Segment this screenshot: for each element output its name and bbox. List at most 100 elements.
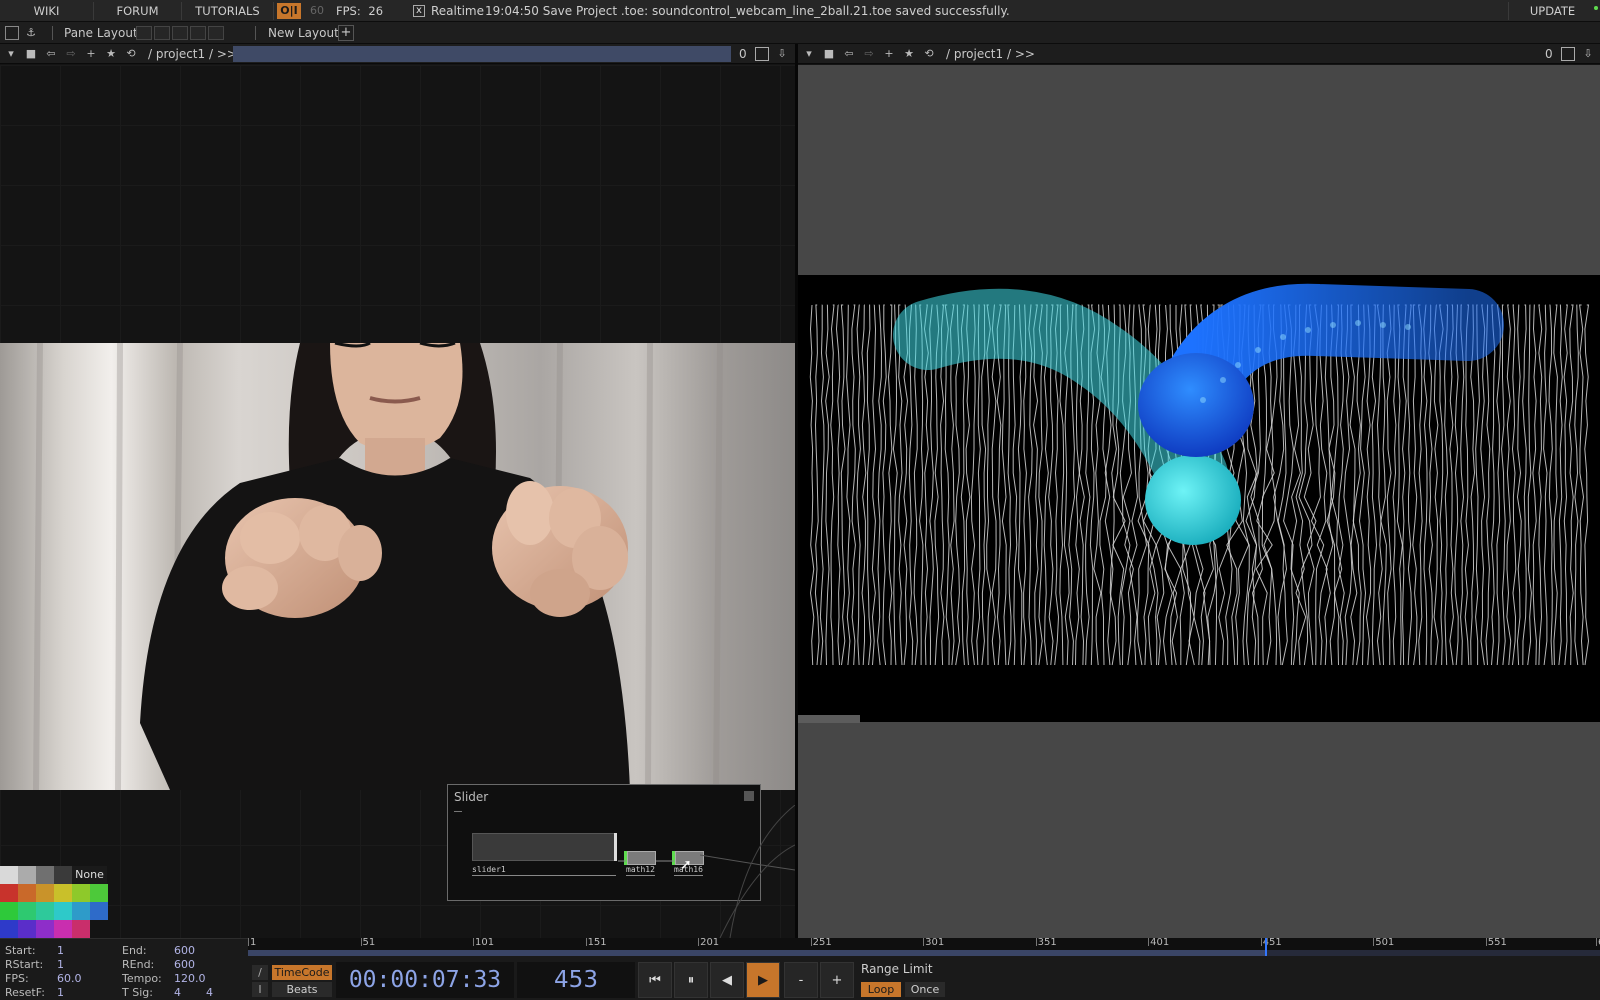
viewer-scrollbar[interactable] <box>798 715 860 723</box>
forum-button[interactable]: FORUM <box>94 2 182 20</box>
fps-value[interactable]: 60.0 <box>57 972 82 985</box>
palette-swatch[interactable] <box>72 884 90 902</box>
palette-swatch[interactable] <box>36 920 54 938</box>
palette-swatch[interactable] <box>54 920 72 938</box>
layout-preset-three[interactable] <box>190 26 206 40</box>
render-line <box>840 304 846 666</box>
layout-preset-single[interactable] <box>136 26 152 40</box>
palette-swatch[interactable] <box>54 866 72 884</box>
palette-swatch[interactable] <box>54 884 72 902</box>
pane-menu-icon[interactable]: ▾ <box>802 47 816 61</box>
pause-button[interactable]: ⏸ <box>674 962 708 998</box>
timeline-ruler[interactable]: 151101151201251301351401451501551600 <box>248 938 1600 956</box>
tutorials-button[interactable]: TUTORIALS <box>182 2 274 20</box>
slider1-widget[interactable] <box>472 833 616 861</box>
pane-menu-icon[interactable]: ▾ <box>4 47 18 61</box>
render-output[interactable] <box>798 275 1600 722</box>
render-line <box>1392 304 1397 666</box>
play-forward-button[interactable]: ▶ <box>746 962 780 998</box>
network-path[interactable]: / project1 / >> <box>946 46 1035 62</box>
timecode-mode-icon[interactable]: / <box>252 965 268 980</box>
back-icon[interactable]: ⇦ <box>842 47 856 61</box>
end-value[interactable]: 600 <box>174 944 195 957</box>
go-to-start-button[interactable]: ⏮ <box>638 962 672 998</box>
timeline-playhead[interactable] <box>1265 938 1268 956</box>
right-pane-bar: ▾ ■ ⇦ ⇨ + ★ ⟲ / project1 / >> 0 ⇩ <box>798 44 1600 64</box>
start-value[interactable]: 1 <box>57 944 64 957</box>
palette-swatch[interactable] <box>0 884 18 902</box>
render-line <box>887 304 893 666</box>
new-layout-button[interactable]: New Layout <box>268 25 339 41</box>
render-line <box>1548 304 1553 666</box>
palette-swatch[interactable] <box>0 902 18 920</box>
palette-swatch[interactable] <box>18 902 36 920</box>
layout-preset-vsplit[interactable] <box>154 26 170 40</box>
palette-swatch[interactable] <box>72 920 90 938</box>
loop-toggle[interactable]: Loop <box>861 982 901 997</box>
path-input-field[interactable] <box>233 46 731 62</box>
slider-handle[interactable] <box>614 833 617 861</box>
back-icon[interactable]: ⇦ <box>44 47 58 61</box>
play-reverse-button[interactable]: ◀ <box>710 962 744 998</box>
palette-swatch[interactable] <box>18 920 36 938</box>
anchor-icon[interactable]: ⚓ <box>24 26 38 40</box>
tsig-denominator[interactable]: 4 <box>206 986 213 999</box>
step-back-button[interactable]: - <box>784 962 818 998</box>
refresh-icon[interactable]: ⟲ <box>124 47 138 61</box>
rend-value[interactable]: 600 <box>174 958 195 971</box>
palette-swatch[interactable] <box>0 920 18 938</box>
palette-swatch[interactable] <box>36 866 54 884</box>
add-icon[interactable]: + <box>84 47 98 61</box>
tsig-numerator[interactable]: 4 <box>174 986 181 999</box>
render-image <box>809 283 1590 666</box>
palette-swatch[interactable] <box>18 866 36 884</box>
palette-swatch[interactable] <box>0 866 18 884</box>
layout-preset-hsplit[interactable] <box>172 26 188 40</box>
add-layout-button[interactable]: + <box>338 25 354 41</box>
node-viewer-icon[interactable] <box>744 791 754 801</box>
wiki-button[interactable]: WIKI <box>0 2 94 20</box>
forward-icon[interactable]: ⇨ <box>64 47 78 61</box>
render-line <box>1376 304 1383 666</box>
rstart-value[interactable]: 1 <box>57 958 64 971</box>
network-editor-pane[interactable]: Slider slider1 math12 math16 ➚ None <box>0 65 795 938</box>
realtime-checkbox[interactable]: x <box>413 5 425 17</box>
palette-swatch[interactable] <box>72 902 90 920</box>
timecode-display[interactable]: 00:00:07:33 <box>336 962 514 998</box>
layout-preset-four[interactable] <box>208 26 224 40</box>
palette-swatch[interactable] <box>36 902 54 920</box>
timeline-tick-label: 251 <box>810 937 832 948</box>
perform-mode-toggle[interactable]: O|I <box>277 3 301 19</box>
beats-mode-icon[interactable]: I <box>252 982 268 997</box>
pane-stop-icon[interactable]: ■ <box>822 47 836 61</box>
palette-swatch[interactable] <box>54 902 72 920</box>
palette-swatch[interactable] <box>18 884 36 902</box>
tempo-value[interactable]: 120.0 <box>174 972 206 985</box>
beats-toggle[interactable]: Beats <box>272 982 332 997</box>
forward-icon[interactable]: ⇨ <box>862 47 876 61</box>
frame-display[interactable]: 453 <box>517 962 635 998</box>
network-path[interactable]: / project1 / >> <box>148 46 237 62</box>
download-arrow-icon[interactable]: ⇩ <box>775 47 789 61</box>
resetf-value[interactable]: 1 <box>57 986 64 999</box>
palette-none-option[interactable]: None <box>72 866 107 884</box>
palette-swatch[interactable] <box>90 884 108 902</box>
once-toggle[interactable]: Once <box>905 982 945 997</box>
step-forward-button[interactable]: + <box>820 962 854 998</box>
palette-swatch[interactable] <box>36 884 54 902</box>
maximize-pane-icon[interactable] <box>1561 47 1575 61</box>
bookmark-star-icon[interactable]: ★ <box>902 47 916 61</box>
download-arrow-icon[interactable]: ⇩ <box>1581 47 1595 61</box>
update-button[interactable]: UPDATE <box>1508 2 1596 20</box>
maximize-pane-icon[interactable] <box>755 47 769 61</box>
timecode-toggle[interactable]: TimeCode <box>272 965 332 980</box>
geometry-viewer-pane[interactable] <box>798 65 1600 938</box>
bookmark-star-icon[interactable]: ★ <box>104 47 118 61</box>
start-field[interactable]: Start: <box>5 944 36 957</box>
pane-stop-icon[interactable]: ■ <box>24 47 38 61</box>
timeline-tick-label: 451 <box>1260 937 1282 948</box>
layout-icon[interactable] <box>5 26 19 40</box>
palette-swatch[interactable] <box>90 902 108 920</box>
refresh-icon[interactable]: ⟲ <box>922 47 936 61</box>
add-icon[interactable]: + <box>882 47 896 61</box>
